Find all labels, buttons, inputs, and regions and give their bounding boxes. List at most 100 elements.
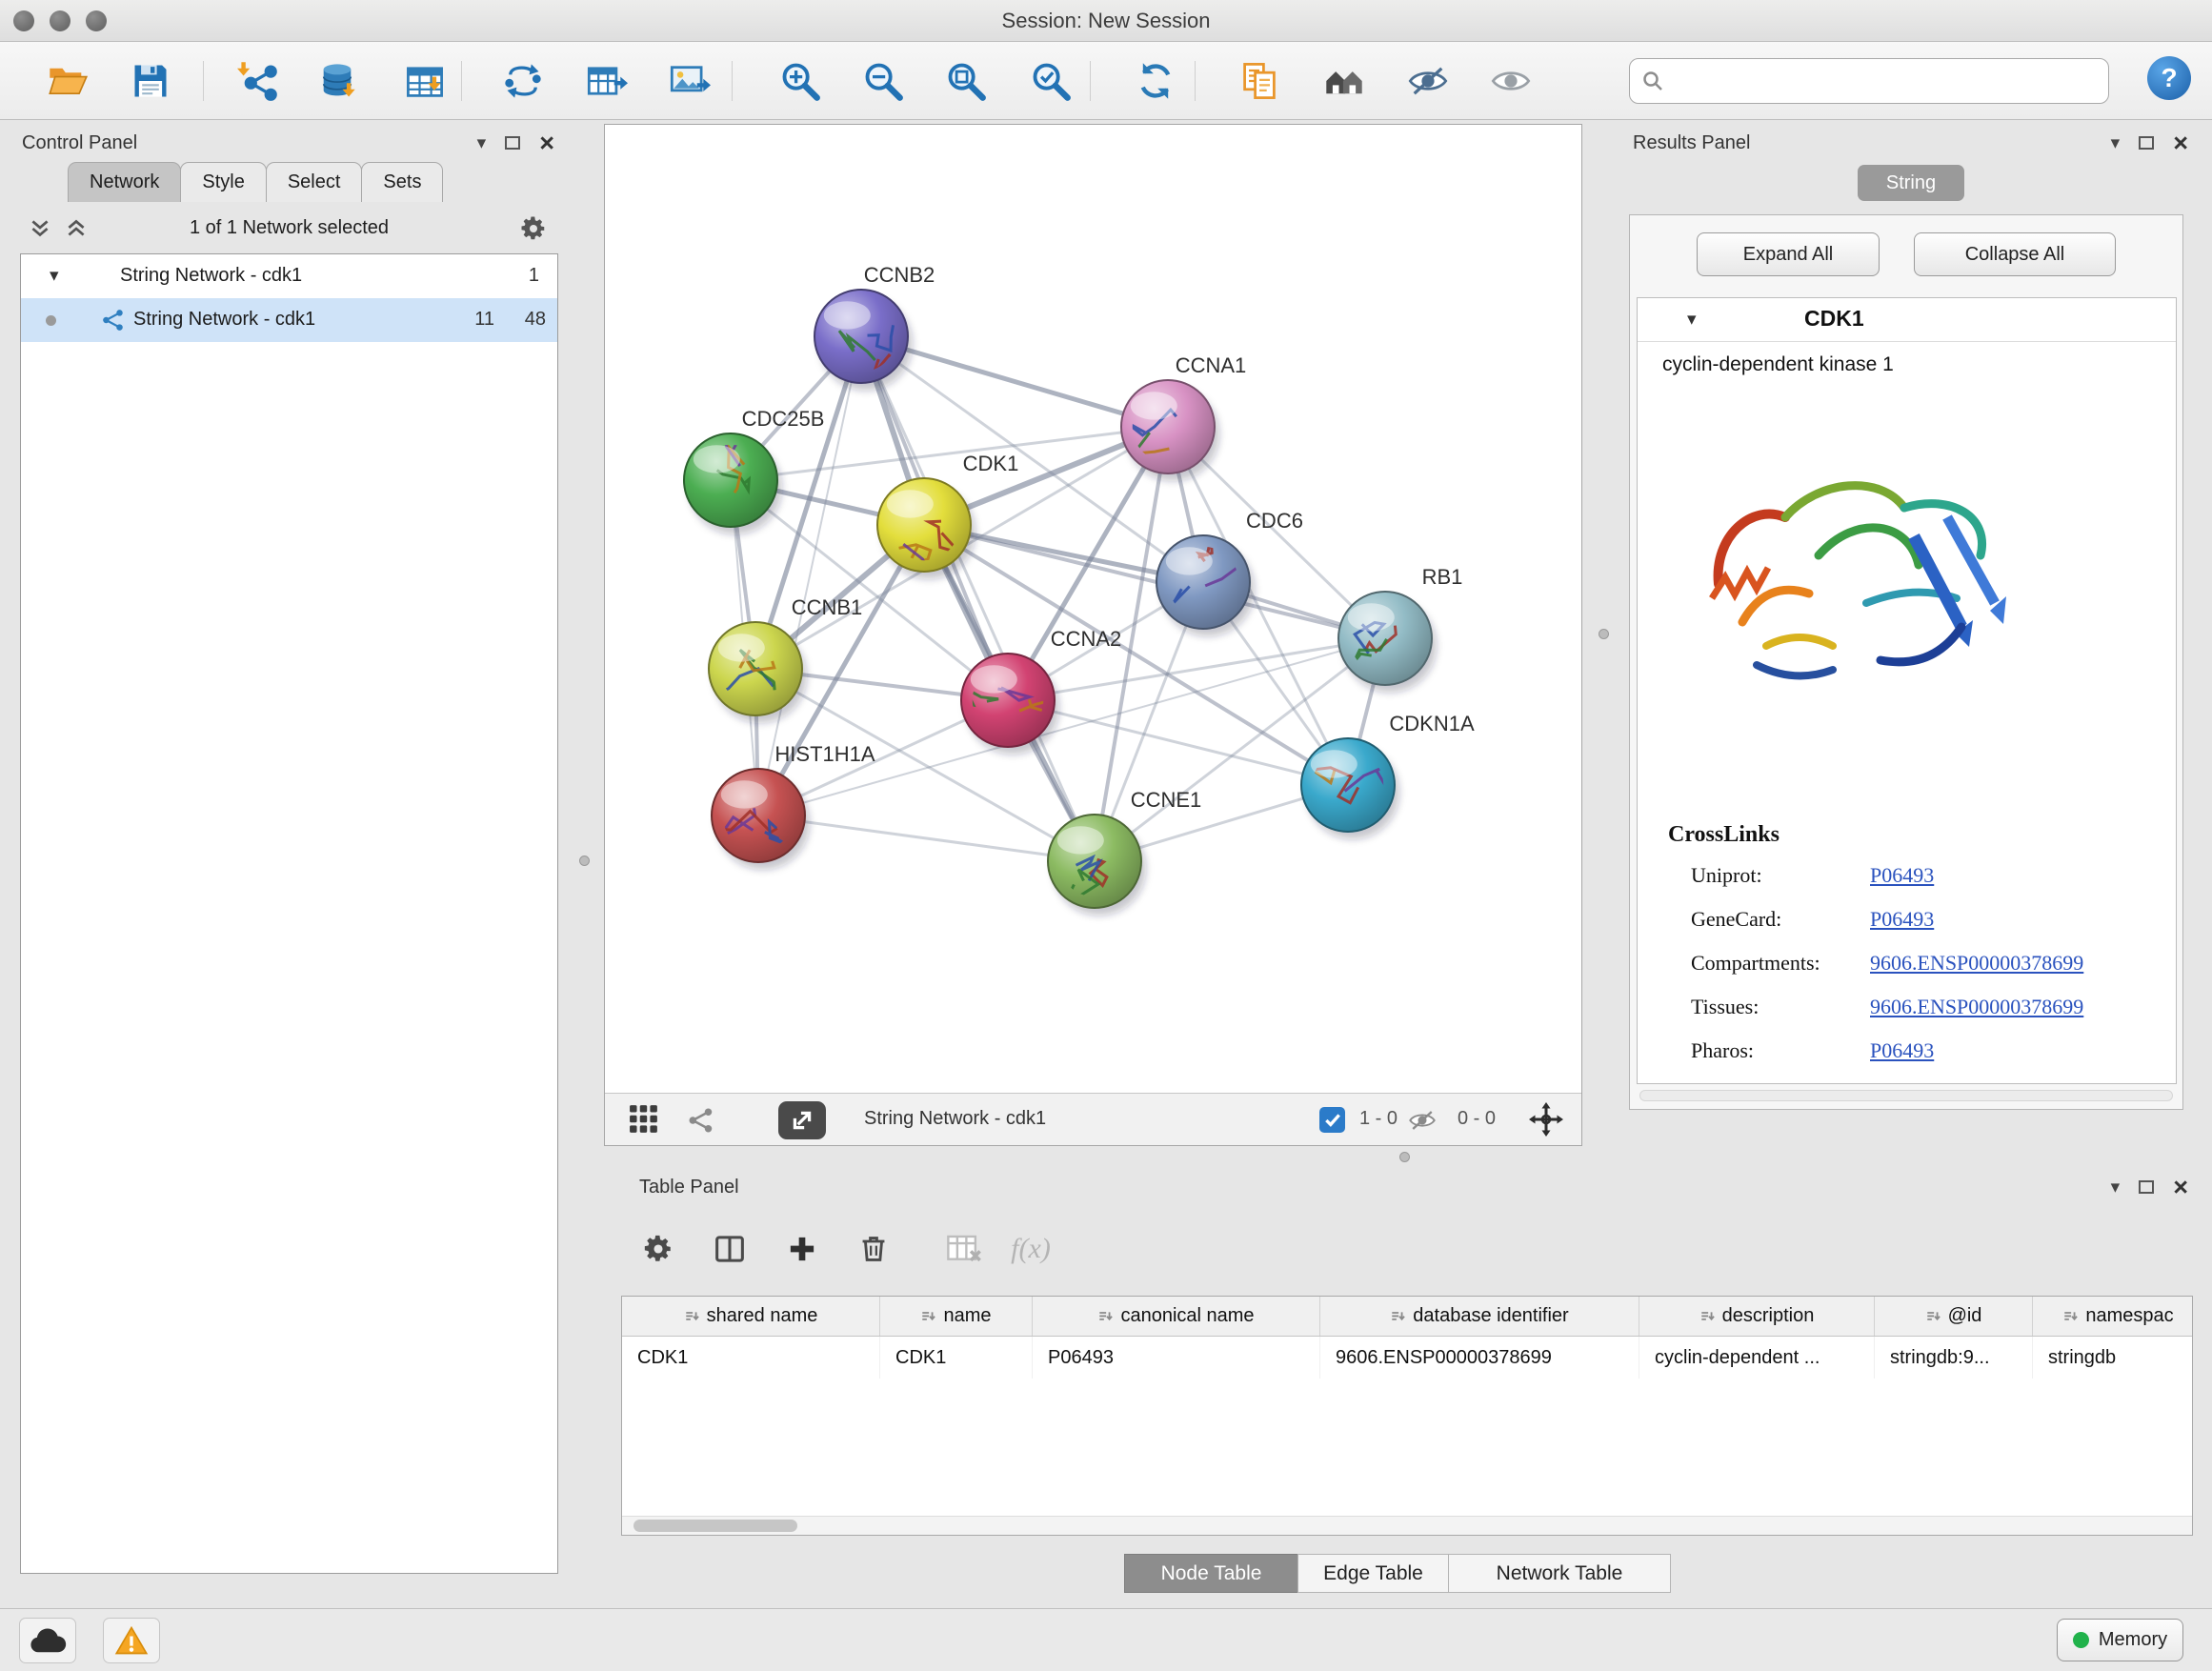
- crosslink-link[interactable]: 9606.ENSP00000378699: [1870, 951, 2083, 976]
- panel-close-icon[interactable]: ×: [2173, 132, 2188, 153]
- hide-panels-button[interactable]: [1401, 54, 1455, 108]
- network-edge[interactable]: [861, 336, 1095, 861]
- network-snapshot-button[interactable]: [1233, 54, 1286, 108]
- help-button[interactable]: ?: [2147, 56, 2191, 100]
- export-image-button[interactable]: [663, 54, 716, 108]
- zoom-window-button[interactable]: [86, 10, 107, 31]
- panel-maximize-icon[interactable]: [2139, 1180, 2154, 1194]
- tab-network-table[interactable]: Network Table: [1448, 1554, 1671, 1593]
- horizontal-splitter-handle[interactable]: [1399, 1152, 1410, 1162]
- selected-nodes-checkbox[interactable]: [1319, 1107, 1345, 1133]
- warnings-button[interactable]: [103, 1618, 160, 1663]
- pan-crosshair-icon[interactable]: [1529, 1102, 1563, 1137]
- birds-eye-view-button[interactable]: [1317, 54, 1371, 108]
- table-cell[interactable]: cyclin-dependent ...: [1639, 1337, 1875, 1379]
- vertical-splitter-handle[interactable]: [1599, 629, 1609, 639]
- tab-node-table[interactable]: Node Table: [1124, 1554, 1298, 1593]
- column-header[interactable]: database identifier: [1320, 1297, 1639, 1336]
- column-header[interactable]: name: [880, 1297, 1033, 1336]
- network-collection-row[interactable]: ▾ String Network - cdk1 1: [21, 254, 557, 298]
- open-in-new-window-button[interactable]: [778, 1101, 826, 1139]
- panel-collapse-icon[interactable]: ▾: [477, 134, 487, 152]
- export-table-button[interactable]: [580, 54, 633, 108]
- zoom-out-button[interactable]: [856, 54, 910, 108]
- save-session-button[interactable]: [124, 54, 177, 108]
- import-table-button[interactable]: [398, 54, 452, 108]
- network-edge[interactable]: [924, 525, 1385, 638]
- table-cell[interactable]: P06493: [1033, 1337, 1320, 1379]
- section-collapse-icon[interactable]: ▾: [1687, 309, 1697, 331]
- grid-view-icon[interactable]: [629, 1104, 659, 1135]
- network-node-rb1[interactable]: RB1: [1338, 565, 1462, 693]
- network-node-hist1h1a[interactable]: HIST1H1A: [710, 742, 875, 870]
- import-network-from-database-button[interactable]: [311, 54, 364, 108]
- network-options-button[interactable]: [519, 214, 548, 243]
- expand-all-button[interactable]: Expand All: [1697, 232, 1880, 276]
- tab-edge-table[interactable]: Edge Table: [1297, 1554, 1449, 1593]
- panel-maximize-icon[interactable]: [505, 136, 520, 150]
- table-row[interactable]: CDK1CDK1P064939606.ENSP00000378699cyclin…: [622, 1337, 2192, 1379]
- network-node-cdkn1a[interactable]: CDKN1A: [1287, 712, 1475, 839]
- results-scrollbar[interactable]: [1639, 1090, 2173, 1101]
- network-edge[interactable]: [758, 638, 1385, 815]
- crosslink-link[interactable]: 9606.ENSP00000378699: [1870, 995, 2083, 1019]
- table-cell[interactable]: CDK1: [880, 1337, 1033, 1379]
- refresh-layout-button[interactable]: [1129, 54, 1182, 108]
- network-node-cdc6[interactable]: CDC6: [1150, 509, 1303, 636]
- panel-close-icon[interactable]: ×: [539, 132, 554, 153]
- panel-close-icon[interactable]: ×: [2173, 1177, 2188, 1198]
- network-node-ccna1[interactable]: CCNA1: [1104, 353, 1246, 489]
- tab-network[interactable]: Network: [68, 162, 181, 202]
- vertical-splitter-handle[interactable]: [579, 856, 590, 866]
- add-column-button[interactable]: [780, 1227, 824, 1271]
- import-network-from-file-button[interactable]: [231, 54, 285, 108]
- crosslink-link[interactable]: P06493: [1870, 907, 1934, 932]
- column-header[interactable]: description: [1639, 1297, 1875, 1336]
- search-input[interactable]: [1674, 70, 2097, 92]
- function-builder-button[interactable]: f(x): [997, 1227, 1064, 1271]
- table-cell[interactable]: CDK1: [622, 1337, 880, 1379]
- network-view-icon[interactable]: [687, 1106, 715, 1135]
- open-session-button[interactable]: [41, 54, 94, 108]
- table-options-button[interactable]: [636, 1227, 680, 1271]
- column-header[interactable]: shared name: [622, 1297, 880, 1336]
- table-cell[interactable]: stringdb: [2033, 1337, 2193, 1379]
- show-panels-button[interactable]: [1484, 54, 1538, 108]
- table-cell[interactable]: stringdb:9...: [1875, 1337, 2033, 1379]
- collapse-all-button[interactable]: Collapse All: [1914, 232, 2116, 276]
- zoom-selected-button[interactable]: [1024, 54, 1077, 108]
- cloud-button[interactable]: [19, 1618, 76, 1663]
- export-network-button[interactable]: [496, 54, 550, 108]
- crosslink-link[interactable]: P06493: [1870, 863, 1934, 888]
- column-header[interactable]: @id: [1875, 1297, 2033, 1336]
- titlebar[interactable]: Session: New Session: [0, 0, 2212, 42]
- tab-sets[interactable]: Sets: [361, 162, 443, 202]
- column-header[interactable]: namespac: [2033, 1297, 2193, 1336]
- zoom-in-button[interactable]: [774, 54, 827, 108]
- panel-collapse-icon[interactable]: ▾: [2111, 1178, 2121, 1197]
- scrollbar-thumb[interactable]: [633, 1520, 797, 1532]
- tab-string[interactable]: String: [1858, 165, 1964, 201]
- results-panel: Results Panel ▾ × String Expand All Coll…: [1625, 124, 2198, 1119]
- tab-style[interactable]: Style: [180, 162, 266, 202]
- protein-panel-header[interactable]: ▾ CDK1: [1638, 298, 2176, 342]
- show-columns-button[interactable]: [708, 1227, 752, 1271]
- table-horizontal-scrollbar[interactable]: [622, 1516, 2192, 1535]
- crosslink-link[interactable]: P06493: [1870, 1038, 1934, 1063]
- panel-collapse-icon[interactable]: ▾: [2111, 134, 2121, 152]
- network-graph[interactable]: CCNB2CCNA1CDC25BCDK1CDC6RB1CCNB1CCNA2CDK…: [605, 125, 1581, 1093]
- memory-button[interactable]: Memory: [2057, 1619, 2183, 1661]
- zoom-fit-button[interactable]: [939, 54, 993, 108]
- tab-select[interactable]: Select: [266, 162, 363, 202]
- network-row[interactable]: String Network - cdk1 11 48: [21, 298, 557, 342]
- delete-table-button[interactable]: [942, 1227, 986, 1271]
- panel-maximize-icon[interactable]: [2139, 136, 2154, 150]
- close-window-button[interactable]: [13, 10, 34, 31]
- network-node-ccnb1[interactable]: CCNB1: [701, 595, 862, 723]
- tree-expand-icon[interactable]: ▾: [50, 265, 59, 287]
- table-cell[interactable]: 9606.ENSP00000378699: [1320, 1337, 1639, 1379]
- column-header[interactable]: canonical name: [1033, 1297, 1320, 1336]
- search-box[interactable]: [1629, 58, 2109, 104]
- delete-column-button[interactable]: [852, 1227, 895, 1271]
- minimize-window-button[interactable]: [50, 10, 70, 31]
